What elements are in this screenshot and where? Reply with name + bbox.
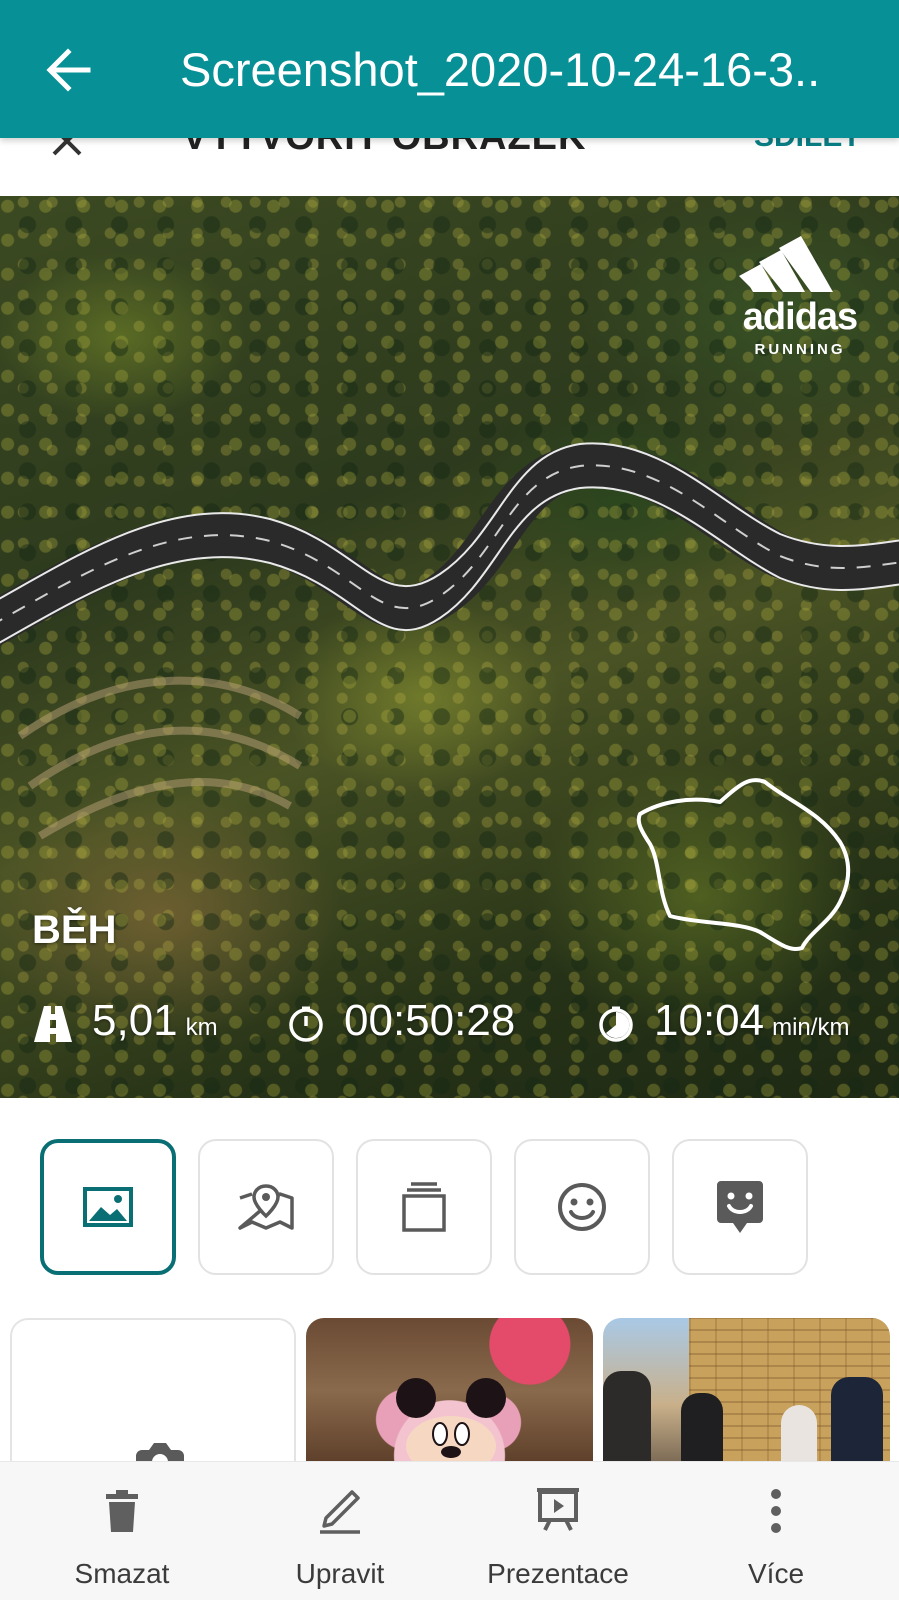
cake-character-face xyxy=(396,1378,506,1463)
adidas-running-logo: adidas RUNNING xyxy=(735,234,865,358)
delete-label: Smazat xyxy=(74,1558,170,1589)
slideshow-button[interactable]: Prezentace xyxy=(446,1462,670,1600)
screenshot-title: Screenshot_2020-10-24-16-3.. xyxy=(180,43,821,96)
template-map-button[interactable] xyxy=(198,1139,334,1275)
distance-value: 5,01 xyxy=(92,996,178,1045)
gallery-photo-street[interactable] xyxy=(603,1318,890,1463)
edit-button[interactable]: Upravit xyxy=(228,1462,452,1600)
edit-label: Upravit xyxy=(295,1558,385,1589)
camera-icon xyxy=(136,1443,184,1463)
close-icon xyxy=(52,138,82,156)
brand-sub: RUNNING xyxy=(754,341,846,358)
template-sticker-button[interactable] xyxy=(672,1139,808,1275)
smiley-icon xyxy=(558,1183,606,1231)
editor-title: VYTVOŘIT OBRÁZEK xyxy=(182,138,586,159)
brand-word: adidas xyxy=(742,296,858,338)
duration-stat: 00:50:28 xyxy=(288,996,515,1052)
app-bar: Screenshot_2020-10-24-16-3.. xyxy=(0,0,899,138)
camera-tile[interactable] xyxy=(10,1318,296,1463)
distance-unit: km xyxy=(185,1014,218,1041)
bottom-action-bar: Smazat Upravit Prezentace Více xyxy=(0,1461,899,1600)
duration-value: 00:50:28 xyxy=(344,996,516,1045)
more-vert-icon xyxy=(771,1489,781,1533)
image-editor-header: VYTVOŘIT OBRÁZEK SDÍLET xyxy=(0,138,899,196)
activity-photo: adidas RUNNING BĚH 5,01 km 00:50:28 10:0… xyxy=(0,196,899,1098)
person-silhouette xyxy=(831,1377,883,1463)
road-icon xyxy=(34,1006,72,1042)
person-silhouette xyxy=(781,1405,817,1463)
pace-stat: 10:04 min/km xyxy=(598,996,849,1052)
stopwatch-icon xyxy=(289,1006,323,1042)
slideshow-icon xyxy=(537,1488,579,1531)
layers-icon xyxy=(402,1182,446,1232)
template-image-button[interactable] xyxy=(40,1139,176,1275)
activity-type: BĚH xyxy=(32,908,117,952)
slideshow-label: Prezentace xyxy=(487,1558,629,1589)
gallery-photo-cake[interactable] xyxy=(306,1318,593,1463)
adidas-stripes-icon xyxy=(739,236,833,292)
template-emoji-button[interactable] xyxy=(514,1139,650,1275)
template-layers-button[interactable] xyxy=(356,1139,492,1275)
person-silhouette xyxy=(681,1393,723,1463)
route-outline xyxy=(636,778,851,951)
map-pin-icon xyxy=(238,1184,294,1230)
pace-icon xyxy=(599,1006,633,1042)
pencil-icon xyxy=(320,1490,360,1534)
delete-button[interactable]: Smazat xyxy=(10,1462,234,1600)
pace-unit: min/km xyxy=(772,1014,850,1041)
distance-stat: 5,01 km xyxy=(34,996,218,1052)
trash-icon xyxy=(106,1490,138,1532)
image-icon xyxy=(83,1187,133,1227)
more-button[interactable]: Více xyxy=(664,1462,888,1600)
person-silhouette xyxy=(603,1371,651,1463)
arrow-back-icon[interactable] xyxy=(42,44,94,96)
share-label: SDÍLET xyxy=(754,138,861,154)
pace-value: 10:04 xyxy=(654,996,765,1045)
sticker-icon xyxy=(717,1181,763,1233)
more-label: Více xyxy=(747,1558,805,1589)
